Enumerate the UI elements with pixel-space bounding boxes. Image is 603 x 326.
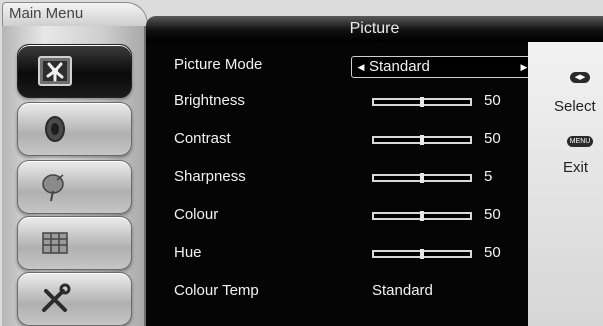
exit-hint-label: Exit — [563, 159, 589, 176]
picture-mode-label: Picture Mode — [174, 56, 263, 73]
hue-value: 50 — [484, 244, 501, 261]
sharpness-label: Sharpness — [174, 168, 246, 185]
brightness-label: Brightness — [174, 92, 245, 109]
sharpness-value: 5 — [484, 168, 493, 185]
network-icon — [36, 226, 74, 260]
main-menu-tab[interactable]: Main Menu — [2, 2, 148, 26]
sidebar-item-network[interactable] — [17, 216, 132, 270]
contrast-label: Contrast — [174, 130, 231, 147]
picture-mode-value: Standard — [369, 58, 430, 75]
page-title: Picture — [349, 20, 400, 37]
left-right-keys-icon: ◀▶ — [570, 72, 590, 83]
sidebar-item-picture[interactable] — [17, 44, 132, 98]
sidebar — [2, 26, 146, 326]
menu-key-label: MENU — [569, 138, 591, 145]
title-bar: Picture — [146, 16, 603, 42]
picture-mode-row[interactable]: Picture Mode ◀ Standard ▶ — [146, 48, 534, 84]
colour-temp-label: Colour Temp — [174, 282, 259, 299]
sidebar-item-channel[interactable] — [17, 160, 132, 214]
colour-label: Colour — [174, 206, 219, 223]
sidebar-item-settings[interactable] — [17, 272, 132, 326]
main-menu-tab-label: Main Menu — [9, 5, 84, 22]
colour-temp-row[interactable]: Colour Temp Standard — [146, 274, 528, 310]
hint-panel: ◀▶ Select MENU Exit — [528, 42, 603, 326]
sharpness-slider[interactable] — [372, 173, 472, 183]
select-hint-label: Select — [554, 98, 596, 115]
colour-temp-value: Standard — [372, 282, 433, 299]
slider-knob[interactable] — [420, 211, 424, 221]
hue-row[interactable]: Hue 50 — [146, 236, 528, 272]
speaker-icon — [36, 112, 74, 146]
slider-knob[interactable] — [420, 249, 424, 259]
menu-key-icon: MENU — [567, 136, 593, 147]
picture-icon — [36, 54, 74, 88]
sharpness-row[interactable]: Sharpness 5 — [146, 160, 528, 196]
arrow-left-icon[interactable]: ◀ — [354, 57, 368, 77]
colour-slider[interactable] — [372, 211, 472, 221]
contrast-row[interactable]: Contrast 50 — [146, 122, 528, 158]
brightness-row[interactable]: Brightness 50 — [146, 84, 528, 120]
slider-knob[interactable] — [420, 97, 424, 107]
picture-mode-selector[interactable]: ◀ Standard ▶ — [351, 56, 534, 78]
satellite-dish-icon — [36, 170, 74, 204]
settings-panel: Picture Mode ◀ Standard ▶ Brightness 50 … — [146, 42, 534, 326]
sidebar-item-sound[interactable] — [17, 102, 132, 156]
contrast-value: 50 — [484, 130, 501, 147]
hue-slider[interactable] — [372, 249, 472, 259]
slider-knob[interactable] — [420, 135, 424, 145]
contrast-slider[interactable] — [372, 135, 472, 145]
colour-row[interactable]: Colour 50 — [146, 198, 528, 234]
tools-icon — [36, 282, 74, 316]
hue-label: Hue — [174, 244, 202, 261]
tv-menu-screen: Main Menu Picture Picture Mode ◀ Standar… — [0, 0, 603, 326]
slider-knob[interactable] — [420, 173, 424, 183]
brightness-value: 50 — [484, 92, 501, 109]
brightness-slider[interactable] — [372, 97, 472, 107]
colour-value: 50 — [484, 206, 501, 223]
